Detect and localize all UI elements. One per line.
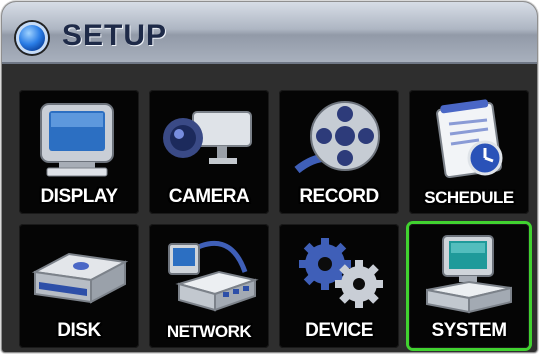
menu-item-disk[interactable]: DISK xyxy=(19,224,139,348)
menu-item-system[interactable]: SYSTEM xyxy=(409,224,529,348)
menu-item-network[interactable]: NETWORK xyxy=(149,224,269,348)
menu-item-camera[interactable]: CAMERA xyxy=(149,90,269,214)
menu-item-label: DISK xyxy=(57,320,101,341)
window-title: SETUP xyxy=(62,19,168,52)
menu-item-label: RECORD xyxy=(299,186,379,207)
menu-item-label: SCHEDULE xyxy=(424,188,514,207)
menu-item-display[interactable]: DISPLAY xyxy=(19,90,139,214)
disk-drive-icon xyxy=(31,252,129,304)
gears-icon xyxy=(299,238,383,308)
network-icon xyxy=(168,240,259,312)
menu-item-label: NETWORK xyxy=(166,322,252,341)
monitor-icon xyxy=(40,103,114,177)
menu-item-label: SYSTEM xyxy=(431,320,507,341)
menu-item-record[interactable]: RECORD xyxy=(279,90,399,214)
menu-item-label: DEVICE xyxy=(305,320,373,341)
menu-item-schedule[interactable]: SCHEDULE xyxy=(409,90,529,214)
schedule-icon xyxy=(436,99,503,179)
menu-item-device[interactable]: DEVICE xyxy=(279,224,399,348)
menu-item-label: CAMERA xyxy=(168,186,250,207)
film-reel-icon xyxy=(294,101,380,174)
menu-item-label: DISPLAY xyxy=(40,186,118,207)
setup-window: SETUP DISPLAY CAMERA RECORD SCHEDULE DIS… xyxy=(2,2,537,352)
camera-icon xyxy=(163,111,252,164)
title-bar: SETUP xyxy=(2,2,537,64)
setup-orb-icon xyxy=(16,22,48,54)
computer-icon xyxy=(426,235,512,314)
